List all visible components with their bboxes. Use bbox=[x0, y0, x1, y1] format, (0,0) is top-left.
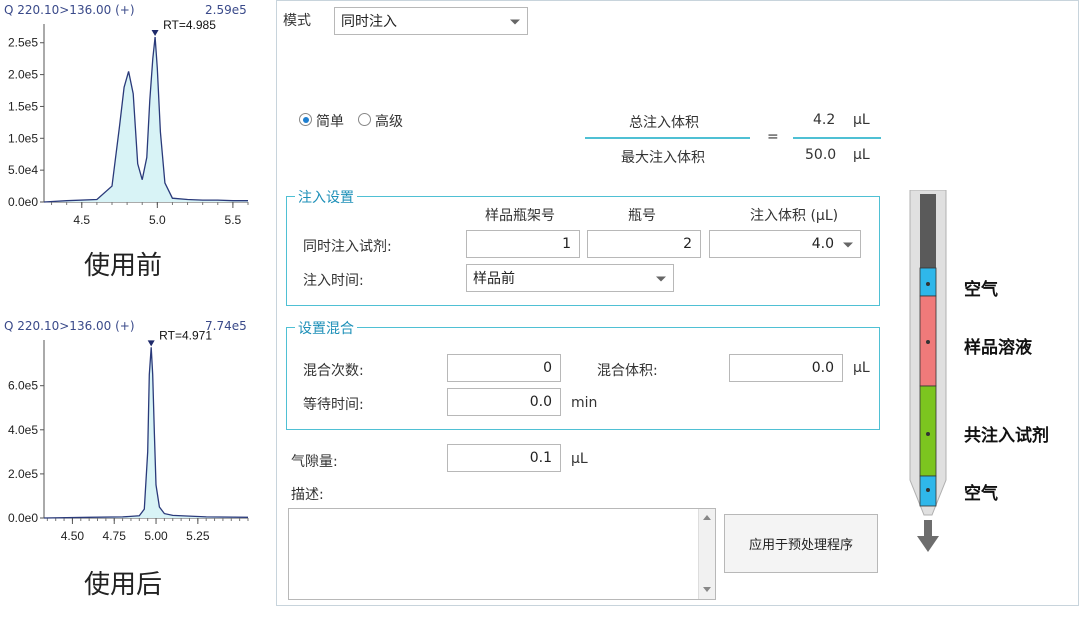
marker-dot bbox=[926, 340, 930, 344]
air-gap-unit: μL bbox=[571, 451, 588, 467]
marker-dot bbox=[926, 488, 930, 492]
total-volume-label: 总注入体积 bbox=[629, 115, 699, 131]
x-tick-label: 5.5 bbox=[225, 213, 242, 227]
volume-select-value: 4.0 bbox=[811, 236, 834, 252]
equals-sign: = bbox=[767, 129, 779, 145]
injection-settings-panel: 模式 同时注入 简单 高级 总注入体积 最大注入体积 = 4.2 μL 50.0… bbox=[276, 0, 1079, 606]
y-tick-label: 0.0e0 bbox=[8, 511, 38, 525]
x-tick-label: 4.50 bbox=[61, 529, 85, 543]
chevron-down-icon bbox=[843, 242, 853, 248]
chart-plot-after: 0.0e0 2.0e5 4.0e5 6.0e5 4.50 4.75 5.00 5.25 RT=4… bbox=[8, 328, 249, 543]
radio-advanced[interactable] bbox=[358, 113, 371, 126]
x-tick-label: 5.25 bbox=[186, 529, 210, 543]
needle-barrel bbox=[920, 194, 936, 268]
y-tick-label: 2.0e5 bbox=[8, 68, 38, 82]
marker-dot bbox=[926, 432, 930, 436]
air-gap-input[interactable]: 0.1 bbox=[447, 444, 561, 472]
legend-sample: 样品溶液 bbox=[964, 338, 1032, 358]
y-tick-label: 4.0e5 bbox=[8, 423, 38, 437]
total-volume-value: 4.2 bbox=[813, 112, 836, 128]
column-header-vial: 瓶号 bbox=[628, 208, 656, 224]
wait-time-label: 等待时间: bbox=[303, 397, 364, 413]
arrow-down-head bbox=[917, 536, 939, 552]
series-area bbox=[44, 37, 248, 202]
y-tick-label: 1.0e5 bbox=[8, 131, 38, 145]
scroll-up-icon[interactable] bbox=[703, 515, 711, 520]
air-gap-label: 气隙量: bbox=[291, 454, 338, 470]
volume-select[interactable]: 4.0 bbox=[709, 230, 861, 258]
y-tick-label: 1.5e5 bbox=[8, 99, 38, 113]
y-tick-label: 6.0e5 bbox=[8, 379, 38, 393]
mix-volume-unit: μL bbox=[853, 360, 870, 376]
column-header-volume: 注入体积 (μL) bbox=[750, 208, 839, 224]
radio-advanced-label[interactable]: 高级 bbox=[375, 111, 403, 131]
vial-input[interactable]: 2 bbox=[587, 230, 701, 258]
fraction-line-left bbox=[585, 137, 750, 139]
inject-time-select[interactable]: 样品前 bbox=[466, 264, 674, 292]
peak-label: RT=4.971 bbox=[159, 328, 212, 342]
legend-reagent: 共注入试剂 bbox=[964, 426, 1049, 446]
injection-settings-title: 注入设置 bbox=[295, 187, 357, 207]
scroll-down-icon[interactable] bbox=[703, 587, 711, 592]
chart-plot-before: 0.0e0 5.0e4 1.0e5 1.5e5 2.0e5 2.5e5 4.5 5.0 5.5 R… bbox=[8, 18, 249, 227]
peak-marker bbox=[151, 30, 159, 37]
description-label: 描述: bbox=[291, 487, 324, 503]
mode-label: 模式 bbox=[283, 13, 311, 29]
mix-count-value: 0 bbox=[543, 360, 552, 376]
mix-count-label: 混合次数: bbox=[303, 363, 364, 379]
max-volume-value: 50.0 bbox=[805, 147, 837, 163]
air-gap-value: 0.1 bbox=[529, 450, 552, 466]
mix-settings-title: 设置混合 bbox=[295, 318, 357, 338]
radio-simple-label[interactable]: 简单 bbox=[316, 111, 344, 131]
syringe-needle-diagram bbox=[909, 190, 947, 552]
legend-air-top: 空气 bbox=[964, 280, 998, 300]
arrow-down-icon bbox=[924, 520, 932, 538]
chromatogram-after: Q 220.10>136.00 (+) 7.74e5 0.0e0 2.0e5 4.0… bbox=[0, 316, 262, 606]
radio-simple[interactable] bbox=[299, 113, 312, 126]
description-textarea[interactable] bbox=[288, 508, 716, 600]
x-tick-label: 5.0 bbox=[149, 213, 166, 227]
max-volume-unit: μL bbox=[853, 147, 870, 163]
peak-marker bbox=[147, 340, 155, 347]
vial-input-value: 2 bbox=[683, 236, 692, 252]
peak-label: RT=4.985 bbox=[163, 18, 216, 32]
fraction-line-right bbox=[793, 137, 881, 139]
wait-time-value: 0.0 bbox=[529, 394, 552, 410]
co-inject-label: 同时注入试剂: bbox=[303, 239, 392, 255]
rack-input-value: 1 bbox=[562, 236, 571, 252]
y-tick-label: 0.0e0 bbox=[8, 195, 38, 209]
chromatogram-before: Q 220.10>136.00 (+) 2.59e5 0.0e0 5.0e4 1.0… bbox=[0, 0, 262, 290]
wait-time-input[interactable]: 0.0 bbox=[447, 388, 561, 416]
mix-volume-value: 0.0 bbox=[811, 360, 834, 376]
rack-input[interactable]: 1 bbox=[466, 230, 580, 258]
segment-reagent bbox=[919, 385, 937, 477]
y-tick-label: 5.0e4 bbox=[8, 163, 38, 177]
mix-volume-label: 混合体积: bbox=[597, 363, 658, 379]
mode-select-value: 同时注入 bbox=[341, 14, 397, 30]
x-tick-label: 5.00 bbox=[144, 529, 168, 543]
series-area bbox=[44, 347, 248, 518]
mix-count-input[interactable]: 0 bbox=[447, 354, 561, 382]
column-header-rack: 样品瓶架号 bbox=[485, 208, 555, 224]
x-tick-label: 4.5 bbox=[73, 213, 90, 227]
legend-air-bottom: 空气 bbox=[964, 484, 998, 504]
apply-to-preprocess-button[interactable]: 应用于预处理程序 bbox=[724, 514, 878, 573]
total-volume-unit: μL bbox=[853, 112, 870, 128]
chevron-down-icon bbox=[510, 19, 520, 25]
y-tick-label: 2.5e5 bbox=[8, 36, 38, 50]
chart-caption-after: 使用后 bbox=[84, 570, 163, 600]
y-tick-label: 2.0e5 bbox=[8, 467, 38, 481]
chart-caption-before: 使用前 bbox=[84, 251, 163, 281]
inject-time-label: 注入时间: bbox=[303, 273, 364, 289]
max-volume-label: 最大注入体积 bbox=[621, 150, 705, 166]
wait-time-unit: min bbox=[571, 395, 598, 411]
description-scrollbar[interactable] bbox=[698, 509, 715, 599]
marker-dot bbox=[926, 282, 930, 286]
mode-select[interactable]: 同时注入 bbox=[334, 7, 528, 35]
mix-volume-input[interactable]: 0.0 bbox=[729, 354, 843, 382]
x-tick-label: 4.75 bbox=[103, 529, 127, 543]
inject-time-value: 样品前 bbox=[473, 271, 515, 287]
chevron-down-icon bbox=[656, 276, 666, 282]
